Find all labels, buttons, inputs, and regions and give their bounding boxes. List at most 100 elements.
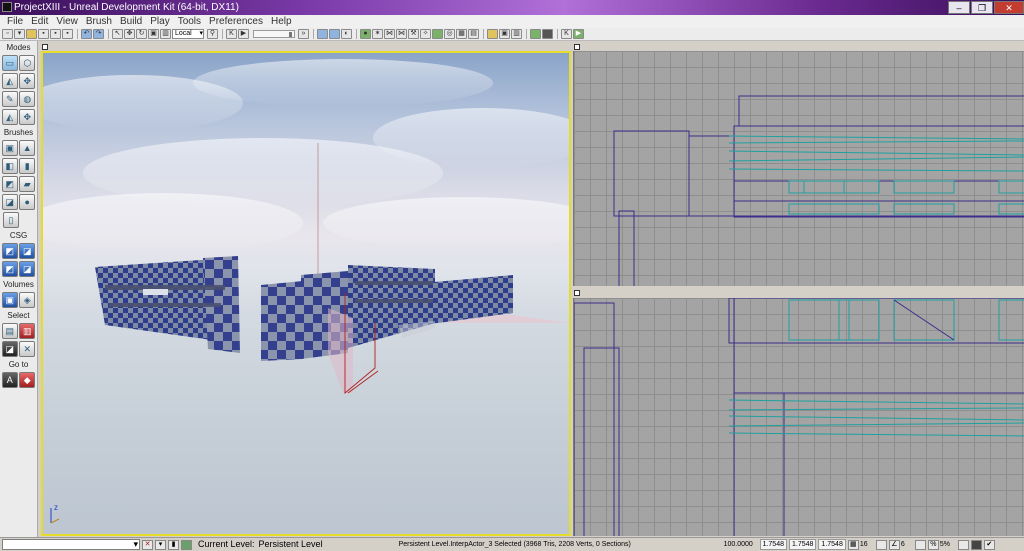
perspective-viewport[interactable]: z — [41, 51, 571, 536]
level-browser-icon[interactable]: ✕ — [142, 539, 153, 550]
autosave-icon[interactable] — [970, 539, 982, 550]
camera-mode-button[interactable]: ▭ — [1, 55, 18, 71]
scale-icon[interactable]: ▣ — [148, 29, 159, 39]
console-icon[interactable] — [542, 29, 553, 39]
build-cover-icon[interactable]: ⋈ — [396, 29, 407, 39]
open-folder-icon[interactable] — [26, 29, 37, 39]
level-dropdown-icon[interactable]: ▾ — [155, 539, 166, 550]
open-map-icon[interactable]: ▾ — [14, 29, 25, 39]
geometry-mode-button[interactable]: ⬡ — [19, 55, 36, 71]
redo-icon[interactable]: ↷ — [93, 29, 104, 39]
top-ortho-viewport[interactable] — [573, 51, 1024, 286]
menu-preferences[interactable]: Preferences — [205, 15, 267, 28]
cube-brush-icon[interactable]: ▣ — [1, 140, 18, 156]
content-browser-icon[interactable] — [317, 29, 328, 39]
play-in-viewport-icon[interactable]: ▣ — [499, 29, 510, 39]
select-inverse-icon[interactable]: ◪ — [1, 341, 18, 357]
menu-help[interactable]: Help — [267, 15, 296, 28]
texture-align-mode-button[interactable]: ✥ — [19, 73, 36, 89]
level-lock-icon[interactable]: ▮ — [168, 539, 179, 550]
kismet-icon[interactable]: K — [226, 29, 237, 39]
scale-x-field[interactable]: 1.7548 — [759, 539, 787, 550]
build-geometry-icon[interactable]: ● — [360, 29, 371, 39]
lighting-quality-icon[interactable]: ✧ — [420, 29, 431, 39]
linear-stair-brush-icon[interactable]: ◩ — [1, 176, 18, 192]
scale-z-field[interactable]: 1.7548 — [818, 539, 846, 550]
drag-grid-slider[interactable] — [253, 30, 295, 38]
find-actors-icon[interactable]: ⚲ — [207, 29, 218, 39]
select-arrow-icon[interactable]: ↖ — [112, 29, 123, 39]
sheet-brush-icon[interactable]: ▰ — [19, 176, 36, 192]
csg-deintersect-icon[interactable]: ◪ — [19, 261, 36, 277]
static-mesh-mode-button[interactable]: ✥ — [19, 109, 36, 125]
menu-brush[interactable]: Brush — [82, 15, 116, 28]
level-combo[interactable] — [2, 538, 140, 551]
coordinate-space-select[interactable]: Local ▾ — [172, 29, 204, 39]
maximize-viewport-icon[interactable] — [574, 44, 580, 50]
menu-edit[interactable]: Edit — [27, 15, 52, 28]
show-selected-icon[interactable]: ▤ — [1, 323, 18, 339]
show-all-icon[interactable]: ✕ — [19, 341, 36, 357]
grid-snap-icon[interactable]: ▦ — [847, 539, 859, 550]
curved-stair-brush-icon[interactable]: ◧ — [1, 158, 18, 174]
csg-subtract-icon[interactable]: ◪ — [19, 243, 36, 259]
save-current-icon[interactable]: ▪ — [62, 29, 73, 39]
foliage-mode-button[interactable]: ◍ — [19, 91, 36, 107]
goto-builder-brush-icon[interactable]: ◆ — [19, 372, 36, 388]
add-volume-icon[interactable]: ▣ — [1, 292, 18, 308]
rotate-icon[interactable]: ↻ — [136, 29, 147, 39]
surface-properties-icon[interactable] — [432, 29, 443, 39]
play-in-editor-icon[interactable]: ▶ — [573, 29, 584, 39]
maximize-button[interactable]: ❐ — [971, 1, 993, 14]
cylinder-brush-icon[interactable]: ▮ — [19, 158, 36, 174]
landscape-mode-button[interactable]: ◭ — [1, 109, 18, 125]
side-ortho-viewport[interactable] — [573, 298, 1024, 536]
map-check-icon[interactable]: ▤ — [468, 29, 479, 39]
realtime-toggle-icon[interactable]: ✔ — [983, 539, 995, 550]
rotation-toggle-icon[interactable] — [914, 539, 926, 550]
terrain-mode-button[interactable]: ◭ — [1, 73, 18, 89]
undo-icon[interactable]: ↶ — [81, 29, 92, 39]
goto-actor-button[interactable]: A — [1, 372, 18, 388]
menu-file[interactable]: File — [3, 15, 27, 28]
hide-selected-icon[interactable]: ▥ — [19, 323, 36, 339]
special-brush-icon[interactable]: ◈ — [19, 292, 36, 308]
menu-play[interactable]: Play — [146, 15, 173, 28]
level-visibility-icon[interactable] — [181, 539, 192, 550]
close-button[interactable]: ✕ — [994, 1, 1024, 14]
kismet-debug-icon[interactable]: K — [561, 29, 572, 39]
package-icon[interactable] — [487, 29, 498, 39]
drag-scale-field[interactable]: 100.0000 — [724, 538, 758, 551]
scale-snap-icon[interactable]: % — [927, 539, 939, 550]
save-all-icon[interactable]: ▪ — [50, 29, 61, 39]
scale-toggle-icon[interactable] — [957, 539, 969, 550]
csg-add-icon[interactable]: ◩ — [1, 243, 18, 259]
menu-tools[interactable]: Tools — [174, 15, 205, 28]
build-all-icon[interactable]: ⚒ — [408, 29, 419, 39]
scale-snap-value[interactable]: 5% — [940, 538, 956, 551]
maximize-viewport-icon[interactable] — [574, 290, 580, 296]
minimize-button[interactable]: – — [948, 1, 970, 14]
matinee-icon[interactable]: ▶ — [238, 29, 249, 39]
csg-intersect-icon[interactable]: ◩ — [1, 261, 18, 277]
volumetric-brush-icon[interactable]: ▯ — [3, 212, 19, 228]
build-paths-icon[interactable]: ⋈ — [384, 29, 395, 39]
menu-build[interactable]: Build — [116, 15, 146, 28]
light-settings-icon[interactable]: ◎ — [444, 29, 455, 39]
grid-toggle-icon[interactable] — [875, 539, 887, 550]
nonuniform-scale-icon[interactable]: ▥ — [160, 29, 171, 39]
menu-view[interactable]: View — [52, 15, 82, 28]
cone-brush-icon[interactable]: ▲ — [19, 140, 36, 156]
generic-browser-icon[interactable] — [329, 29, 340, 39]
build-lighting-icon[interactable]: ✶ — [372, 29, 383, 39]
sphere-brush-icon[interactable]: ● — [19, 194, 36, 210]
spiral-stair-brush-icon[interactable]: ◪ — [1, 194, 18, 210]
grid-size-value[interactable]: 16 — [860, 538, 874, 551]
rotation-snap-value[interactable]: 6 — [901, 538, 913, 551]
translate-icon[interactable]: ✥ — [124, 29, 135, 39]
level-settings-icon[interactable]: ▦ — [456, 29, 467, 39]
mobile-preview-icon[interactable]: ▥ — [511, 29, 522, 39]
play-in-editor-window-icon[interactable] — [530, 29, 541, 39]
world-properties-icon[interactable]: ◐ — [341, 29, 352, 39]
maximize-viewport-icon[interactable] — [42, 44, 48, 50]
